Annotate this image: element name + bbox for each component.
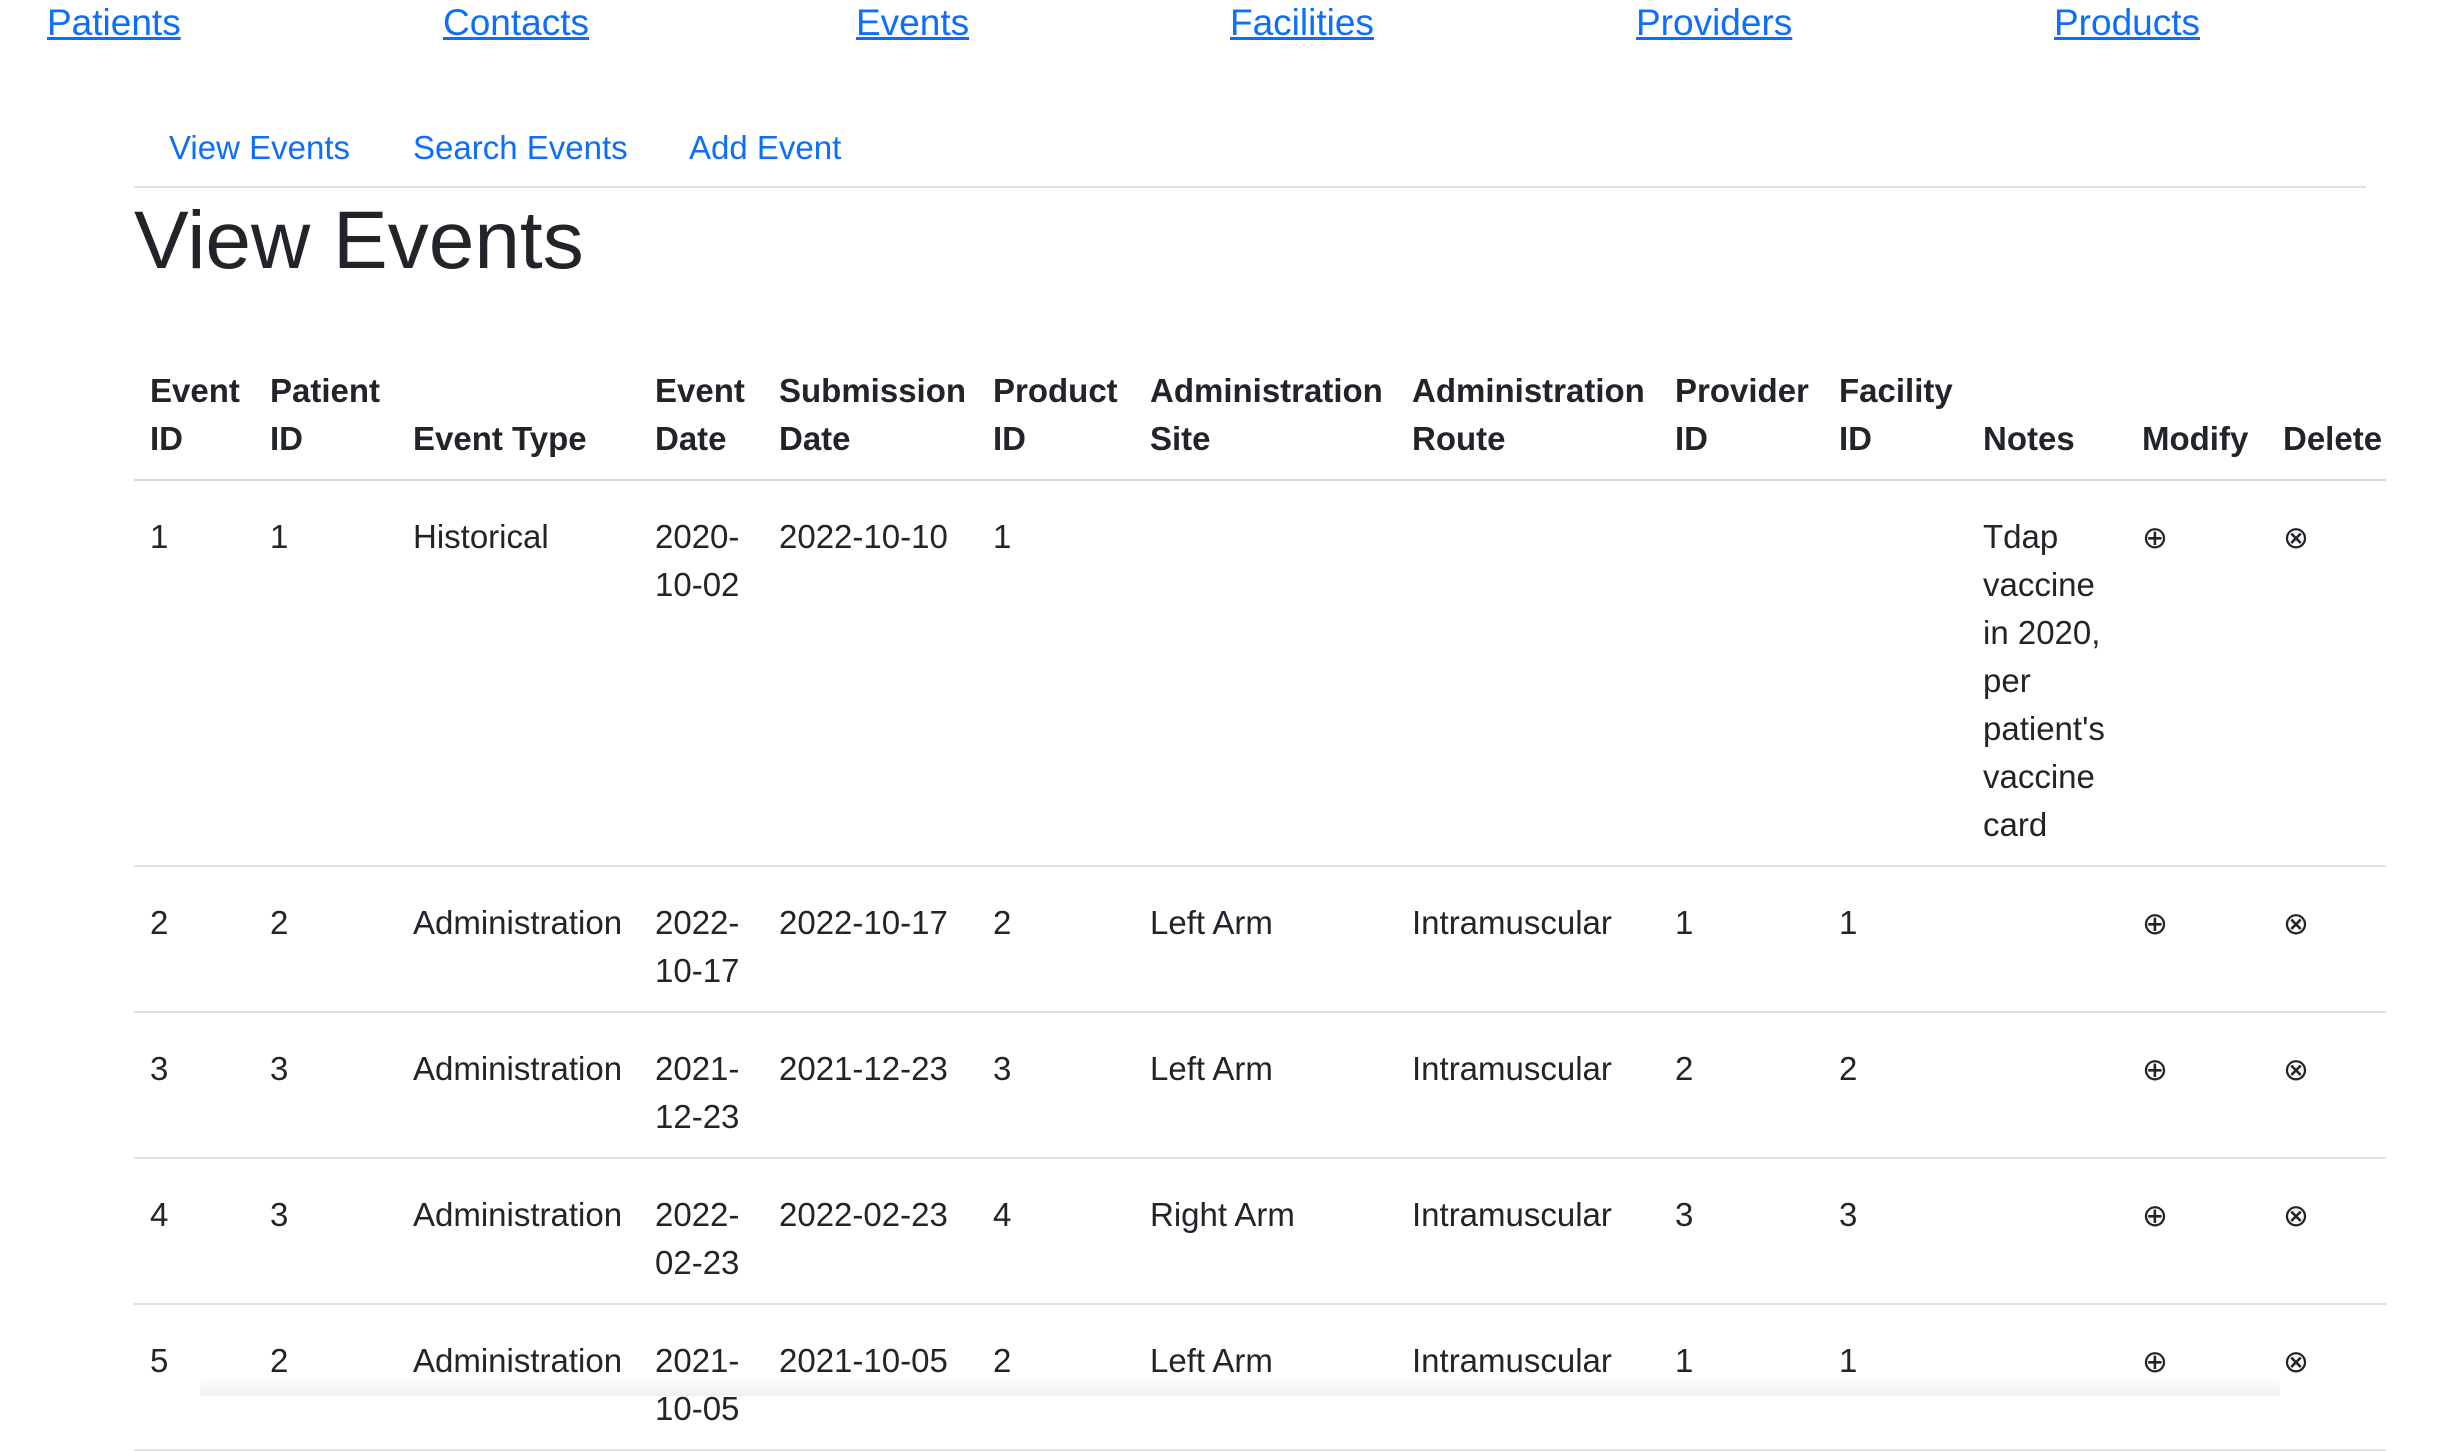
cell-facility-id: 2: [1823, 1012, 1967, 1159]
table-row: 2 2 Administration 2022-10-17 2022-10-17…: [134, 866, 2386, 1013]
circled-x-icon[interactable]: ⊗: [2283, 514, 2309, 562]
cell-administration-site: [1134, 480, 1396, 867]
events-subnav: View Events Search Events Add Event: [134, 120, 2366, 188]
table-header: Event ID Patient ID Event Type Event Dat…: [134, 366, 2386, 481]
cell-event-id: 3: [134, 1012, 254, 1159]
cell-product-id: 3: [977, 1012, 1134, 1159]
header-modify: Modify: [2126, 366, 2267, 481]
cell-administration-site: Right Arm: [1134, 1158, 1396, 1305]
page-title: View Events: [134, 195, 584, 286]
header-event-id: Event ID: [134, 366, 254, 481]
cell-administration-route: Intramuscular: [1396, 866, 1659, 1013]
cell-provider-id: [1659, 480, 1823, 867]
cell-product-id: 1: [977, 480, 1134, 867]
cell-administration-site: Left Arm: [1134, 866, 1396, 1013]
nav-link-providers[interactable]: Providers: [1636, 1, 1792, 45]
cell-modify: ⊕: [2126, 1158, 2267, 1305]
tab-search-events[interactable]: Search Events: [413, 128, 628, 168]
header-event-date: Event Date: [639, 366, 763, 481]
cell-administration-site: Left Arm: [1134, 1012, 1396, 1159]
cell-patient-id: 1: [254, 480, 397, 867]
cell-event-type: Historical: [397, 480, 639, 867]
circled-plus-icon[interactable]: ⊕: [2142, 900, 2168, 948]
cell-event-type: Administration: [397, 1158, 639, 1305]
header-patient-id: Patient ID: [254, 366, 397, 481]
cell-notes: Tdap vaccine in 2020, per patient's vacc…: [1967, 480, 2126, 867]
nav-link-events[interactable]: Events: [856, 1, 969, 45]
header-delete: Delete: [2267, 366, 2386, 481]
cell-submission-date: 2022-02-23: [763, 1158, 977, 1305]
cell-modify: ⊕: [2126, 480, 2267, 867]
cell-event-date: 2022-02-23: [639, 1158, 763, 1305]
circled-plus-icon[interactable]: ⊕: [2142, 1046, 2168, 1094]
nav-link-facilities[interactable]: Facilities: [1230, 1, 1374, 45]
cell-modify: ⊕: [2126, 1012, 2267, 1159]
cell-event-date: 2021-12-23: [639, 1012, 763, 1159]
cell-provider-id: 3: [1659, 1158, 1823, 1305]
cell-notes: [1967, 1012, 2126, 1159]
header-facility-id: Facility ID: [1823, 366, 1967, 481]
tab-view-events[interactable]: View Events: [169, 128, 350, 168]
header-product-id: Product ID: [977, 366, 1134, 481]
scroll-shadow: [200, 1376, 2280, 1396]
cell-facility-id: 3: [1823, 1158, 1967, 1305]
cell-event-id: 1: [134, 480, 254, 867]
cell-event-date: 2022-10-17: [639, 866, 763, 1013]
cell-submission-date: 2022-10-10: [763, 480, 977, 867]
table-row: 3 3 Administration 2021-12-23 2021-12-23…: [134, 1012, 2386, 1159]
tab-add-event[interactable]: Add Event: [689, 128, 841, 168]
cell-event-date: 2020-10-02: [639, 480, 763, 867]
cell-administration-route: Intramuscular: [1396, 1012, 1659, 1159]
cell-product-id: 4: [977, 1158, 1134, 1305]
circled-x-icon[interactable]: ⊗: [2283, 900, 2309, 948]
cell-delete: ⊗: [2267, 1304, 2386, 1451]
cell-delete: ⊗: [2267, 1012, 2386, 1159]
cell-patient-id: 2: [254, 866, 397, 1013]
cell-patient-id: 3: [254, 1012, 397, 1159]
cell-patient-id: 3: [254, 1158, 397, 1305]
cell-administration-route: Intramuscular: [1396, 1158, 1659, 1305]
header-submission-date: Submission Date: [763, 366, 977, 481]
table-row: 1 1 Historical 2020-10-02 2022-10-10 1 T…: [134, 480, 2386, 867]
cell-modify: ⊕: [2126, 866, 2267, 1013]
events-table: Event ID Patient ID Event Type Event Dat…: [134, 366, 2386, 1451]
cell-facility-id: 1: [1823, 866, 1967, 1013]
cell-delete: ⊗: [2267, 866, 2386, 1013]
nav-link-patients[interactable]: Patients: [47, 1, 181, 45]
cell-administration-route: [1396, 480, 1659, 867]
cell-notes: [1967, 866, 2126, 1013]
cell-event-id: 4: [134, 1158, 254, 1305]
cell-notes: [1967, 1158, 2126, 1305]
nav-link-contacts[interactable]: Contacts: [443, 1, 589, 45]
cell-product-id: 2: [977, 866, 1134, 1013]
cell-delete: ⊗: [2267, 1158, 2386, 1305]
header-provider-id: Provider ID: [1659, 366, 1823, 481]
cell-event-type: Administration: [397, 1012, 639, 1159]
cell-submission-date: 2022-10-17: [763, 866, 977, 1013]
header-administration-route: Administration Route: [1396, 366, 1659, 481]
header-row: Event ID Patient ID Event Type Event Dat…: [134, 366, 2386, 481]
header-event-type: Event Type: [397, 366, 639, 481]
cell-event-id: 2: [134, 866, 254, 1013]
cell-submission-date: 2021-12-23: [763, 1012, 977, 1159]
table-body: 1 1 Historical 2020-10-02 2022-10-10 1 T…: [134, 480, 2386, 1451]
circled-plus-icon[interactable]: ⊕: [2142, 1192, 2168, 1240]
cell-delete: ⊗: [2267, 480, 2386, 867]
circled-x-icon[interactable]: ⊗: [2283, 1192, 2309, 1240]
table-row: 4 3 Administration 2022-02-23 2022-02-23…: [134, 1158, 2386, 1305]
circled-x-icon[interactable]: ⊗: [2283, 1046, 2309, 1094]
header-notes: Notes: [1967, 366, 2126, 481]
cell-event-type: Administration: [397, 866, 639, 1013]
cell-provider-id: 1: [1659, 866, 1823, 1013]
cell-facility-id: [1823, 480, 1967, 867]
nav-link-products[interactable]: Products: [2054, 1, 2200, 45]
header-administration-site: Administration Site: [1134, 366, 1396, 481]
circled-plus-icon[interactable]: ⊕: [2142, 514, 2168, 562]
main-navigation: Patients Contacts Events Facilities Prov…: [0, 0, 2464, 60]
circled-x-icon[interactable]: ⊗: [2283, 1338, 2309, 1386]
cell-provider-id: 2: [1659, 1012, 1823, 1159]
